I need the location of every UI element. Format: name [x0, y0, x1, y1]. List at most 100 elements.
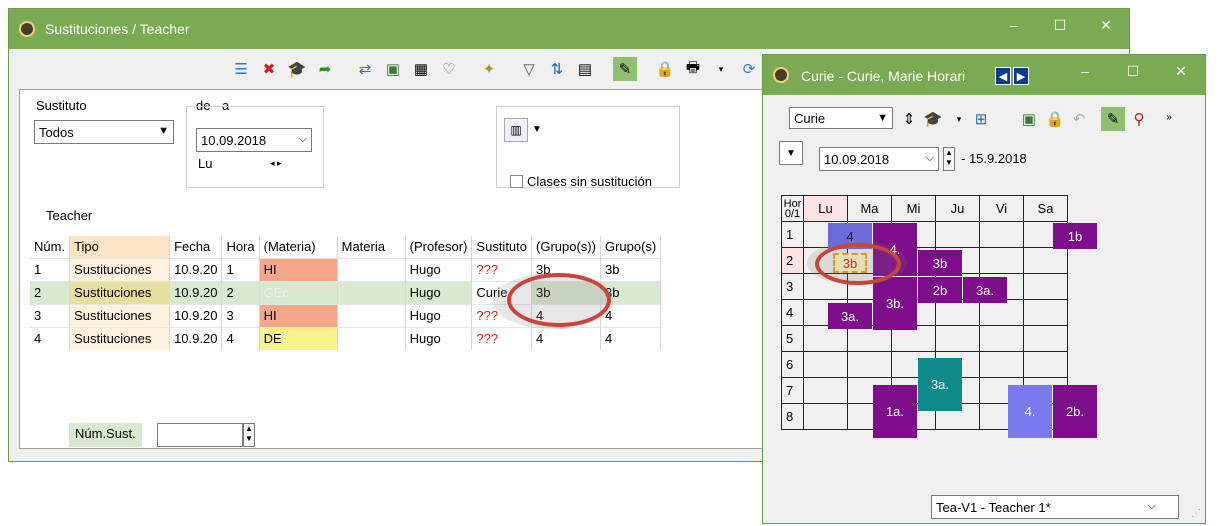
cell-tipo: Sustituciones — [69, 280, 171, 304]
chevron-down-icon[interactable]: ▼ — [779, 141, 803, 165]
cell-materia[interactable] — [337, 326, 406, 350]
substitute-select[interactable]: Todos ▼ — [34, 120, 174, 144]
lesson-lu-4[interactable]: 3a. — [828, 303, 872, 329]
calendar-icon[interactable]: ▥ — [504, 118, 528, 142]
col-num-header[interactable]: Núm. — [30, 236, 71, 258]
corner-header: Hor 0/1 — [781, 195, 804, 222]
cell-profesor: Hugo — [405, 303, 473, 327]
chevron-down-icon: ⌵ — [925, 152, 934, 164]
lesson-ma-7[interactable]: 1a. — [873, 385, 917, 438]
search-icon[interactable]: ⚲ — [1127, 107, 1151, 131]
cell-hora: 2 — [221, 280, 260, 304]
close-button[interactable]: ✕ — [1157, 55, 1205, 87]
teacher-hat-icon[interactable]: 🎓 — [285, 57, 309, 81]
teacher-hat-icon[interactable]: 🎓 — [921, 107, 945, 131]
import-icon[interactable]: ▣ — [381, 57, 405, 81]
dropdown-icon[interactable]: ▾ — [709, 57, 733, 81]
col-profesor-header[interactable]: (Profesor) — [405, 236, 473, 258]
cell-sustituto[interactable]: ??? — [471, 326, 533, 350]
more-tools-icon[interactable]: » — [1157, 105, 1181, 129]
stethoscope-icon[interactable]: ♡ — [437, 57, 461, 81]
swap-icon[interactable]: ⇄ — [353, 57, 377, 81]
substitute-value: Todos — [39, 124, 74, 140]
classes-without-substitution-checkbox[interactable]: Clases sin sustitución — [510, 174, 652, 189]
refresh-icon[interactable]: ⟳ — [737, 57, 761, 81]
print-icon[interactable]: 🖶 — [681, 57, 705, 81]
teacher-select-value: Curie — [794, 110, 826, 126]
maximize-button[interactable]: ☐ — [1037, 9, 1083, 41]
table-row[interactable]: 4 Sustituciones 10.9.20 4 DE Hugo ??? 4 … — [30, 326, 662, 350]
lesson-ma-3[interactable]: 3b. — [873, 277, 917, 330]
calendar-dropdown-icon[interactable]: ▼ — [532, 124, 542, 135]
date-value: 10.09.2018 — [201, 132, 267, 148]
undo-icon[interactable]: ↶ — [1067, 107, 1091, 131]
teacher-select[interactable]: Curie ▼ — [789, 107, 893, 129]
col-materia-header[interactable]: Materia — [337, 236, 406, 258]
highlight-ellipse — [815, 243, 901, 285]
resize-grip-icon[interactable]: ⋰ — [1191, 508, 1201, 519]
dropdown-icon[interactable]: ▾ — [947, 107, 971, 131]
previous-element-icon[interactable]: ◀ — [995, 67, 1011, 85]
day-header-vi[interactable]: Vi — [979, 195, 1024, 222]
num-sust-input[interactable] — [157, 423, 243, 447]
delete-icon[interactable]: ✖ — [257, 57, 281, 81]
checkbox-box[interactable] — [510, 175, 523, 188]
spin-icon[interactable]: ⇕ — [897, 107, 921, 131]
magic-wand-icon[interactable]: ✦ — [477, 57, 501, 81]
col-materia-prev-header[interactable]: (Materia) — [259, 236, 338, 258]
filter-icon[interactable]: ▽ — [517, 57, 541, 81]
minimize-button[interactable]: ‒ — [991, 9, 1037, 41]
col-hora-header[interactable]: Hora — [221, 236, 260, 258]
day-header-ju[interactable]: Ju — [935, 195, 980, 222]
col-sustituto-header[interactable]: Sustituto — [471, 236, 533, 258]
lesson-ju-7[interactable]: 4. — [1008, 385, 1052, 438]
close-button[interactable]: ✕ — [1083, 9, 1129, 41]
day-header-sa[interactable]: Sa — [1023, 195, 1068, 222]
date-from-value: 10.09.2018 — [824, 151, 890, 167]
lesson-mi-2[interactable]: 3b — [918, 250, 962, 276]
day-header-lu[interactable]: Lu — [803, 195, 848, 222]
lesson-ju-3[interactable]: 3a. — [963, 277, 1007, 303]
next-element-icon[interactable]: ▶ — [1013, 67, 1029, 85]
import-icon[interactable]: ▣ — [1017, 107, 1041, 131]
num-sust-spinner[interactable]: ▲ ▼ — [243, 423, 255, 447]
cell-materia[interactable] — [337, 280, 406, 304]
day-header-ma[interactable]: Ma — [847, 195, 892, 222]
cell-materia[interactable] — [337, 303, 406, 327]
calculator-icon[interactable]: ▦ — [409, 57, 433, 81]
cell-num: 4 — [30, 326, 71, 350]
main-titlebar: Sustituciones / Teacher ‒ ☐ ✕ — [9, 9, 1129, 49]
date-picker[interactable]: 10.09.2018 ⌵ — [819, 147, 939, 171]
timetable-window: Curie - Curie, Marie Horari ◀ ▶ ‒ ☐ ✕ Cu… — [762, 54, 1206, 524]
hour-label: 4 — [781, 299, 804, 326]
grid-icon[interactable]: ⊞ — [969, 107, 993, 131]
day-prev-next-arrows[interactable]: ◂ ▸ — [270, 158, 282, 169]
col-tipo-header[interactable]: Tipo — [69, 236, 171, 258]
lock-icon[interactable]: 🔒 — [653, 57, 677, 81]
edit-pen-icon[interactable]: ✎ — [1101, 107, 1125, 131]
cell-num: 2 — [30, 280, 71, 304]
lesson-mi-6[interactable]: 3a. — [918, 358, 962, 411]
cell-hora: 1 — [221, 257, 260, 281]
minimize-button[interactable]: ‒ — [1061, 55, 1109, 87]
day-header-mi[interactable]: Mi — [891, 195, 936, 222]
date-spinner[interactable]: ▲ ▼ — [943, 147, 955, 171]
col-grupo-header[interactable]: Grupo(s) — [600, 236, 662, 258]
columns-icon[interactable]: ▤ — [573, 57, 597, 81]
lesson-vi-7[interactable]: 2b. — [1053, 385, 1097, 438]
sort-icon[interactable]: ⇅ — [545, 57, 569, 81]
col-grupo-prev-header[interactable]: (Grupo(s)) — [531, 236, 601, 258]
lock-icon[interactable]: 🔒 — [1043, 107, 1067, 131]
list-icon[interactable]: ☰ — [229, 57, 253, 81]
layout-select[interactable]: Tea-V1 - Teacher 1* ⌵ — [931, 495, 1179, 519]
cell-materia[interactable] — [337, 257, 406, 281]
maximize-button[interactable]: ☐ — [1109, 55, 1157, 87]
cell-grupo-prev: 4 — [531, 326, 601, 350]
export-icon[interactable]: ➦ — [313, 57, 337, 81]
lesson-vi-1[interactable]: 1b — [1053, 223, 1097, 249]
date-picker[interactable]: 10.09.2018 ⌵ — [196, 128, 312, 152]
cell-fecha: 10.9.20 — [169, 326, 223, 350]
col-fecha-header[interactable]: Fecha — [169, 236, 223, 258]
lesson-mi-3[interactable]: 2b — [918, 277, 962, 303]
edit-pen-icon[interactable]: ✎ — [613, 57, 637, 81]
